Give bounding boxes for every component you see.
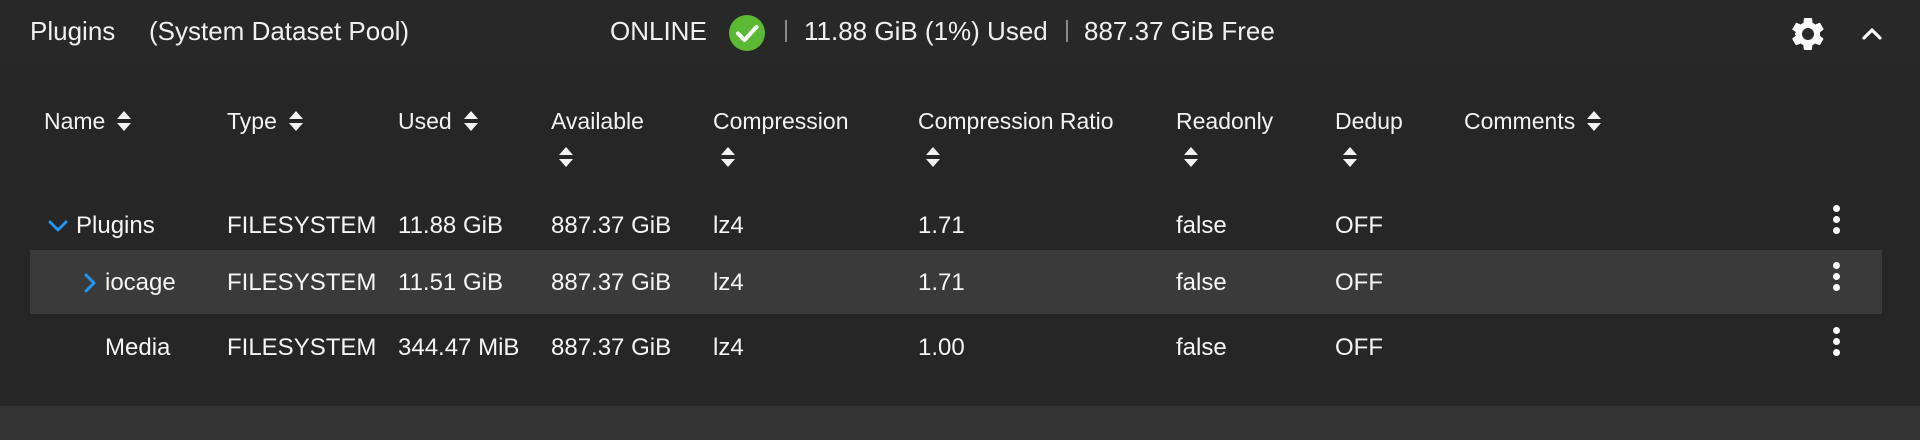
cell-compression: lz4 bbox=[713, 269, 744, 296]
header-separator bbox=[785, 20, 787, 42]
cell-compression: lz4 bbox=[713, 212, 744, 239]
cell-available: 887.37 GiB bbox=[551, 334, 672, 361]
cell-dedup: OFF bbox=[1335, 334, 1383, 361]
gear-icon[interactable] bbox=[1788, 14, 1828, 54]
page-background bbox=[0, 406, 1920, 440]
pool-status: ONLINE bbox=[610, 16, 707, 46]
sort-icon[interactable] bbox=[924, 144, 942, 170]
sort-icon[interactable] bbox=[1341, 144, 1359, 170]
column-label: Comments bbox=[1464, 108, 1576, 134]
column-header-compression[interactable]: Compression bbox=[713, 107, 849, 135]
more-vert-icon[interactable] bbox=[1830, 327, 1842, 363]
column-label: Name bbox=[44, 108, 106, 134]
column-label: Readonly bbox=[1176, 108, 1274, 134]
column-label: Used bbox=[398, 108, 452, 134]
column-label: Compression bbox=[713, 108, 849, 134]
cell-readonly: false bbox=[1176, 269, 1227, 296]
cell-readonly: false bbox=[1176, 212, 1227, 239]
cell-readonly: false bbox=[1176, 334, 1227, 361]
sort-icon bbox=[1587, 110, 1602, 131]
cell-used: 344.47 MiB bbox=[398, 334, 520, 361]
pool-name: Plugins bbox=[30, 16, 116, 46]
more-vert-icon[interactable] bbox=[1830, 262, 1842, 298]
pool-card: Plugins (System Dataset Pool) ONLINE 11.… bbox=[0, 0, 1920, 406]
table-row[interactable]: iocage FILESYSTEM 11.51 GiB 887.37 GiB l… bbox=[30, 250, 1882, 314]
column-label: Compression Ratio bbox=[918, 108, 1114, 134]
sort-icon[interactable] bbox=[1182, 144, 1200, 170]
sort-icon bbox=[117, 110, 132, 131]
cell-type: FILESYSTEM bbox=[227, 212, 377, 239]
cell-dedup: OFF bbox=[1335, 269, 1383, 296]
chevron-down-icon[interactable] bbox=[47, 215, 69, 237]
pool-used: 11.88 GiB (1%) Used bbox=[804, 16, 1048, 46]
cell-type: FILESYSTEM bbox=[227, 334, 377, 361]
column-header-dedup[interactable]: Dedup bbox=[1335, 107, 1403, 135]
chevron-up-icon[interactable] bbox=[1856, 18, 1888, 50]
column-header-used[interactable]: Used bbox=[398, 107, 480, 135]
table-row[interactable]: Media FILESYSTEM 344.47 MiB 887.37 GiB l… bbox=[30, 315, 1882, 379]
cell-used: 11.88 GiB bbox=[398, 212, 503, 239]
column-label: Dedup bbox=[1335, 108, 1403, 134]
cell-name: iocage bbox=[105, 269, 176, 296]
column-label: Type bbox=[227, 108, 277, 134]
cell-compression-ratio: 1.00 bbox=[918, 334, 965, 361]
cell-available: 887.37 GiB bbox=[551, 269, 672, 296]
table-row[interactable]: Plugins FILESYSTEM 11.88 GiB 887.37 GiB … bbox=[30, 193, 1882, 257]
cell-type: FILESYSTEM bbox=[227, 269, 377, 296]
cell-used: 11.51 GiB bbox=[398, 269, 503, 296]
column-header-compression-ratio[interactable]: Compression Ratio bbox=[918, 107, 1114, 135]
chevron-right-icon[interactable] bbox=[79, 272, 101, 294]
cell-dedup: OFF bbox=[1335, 212, 1383, 239]
column-header-comments[interactable]: Comments bbox=[1464, 107, 1603, 135]
cell-compression-ratio: 1.71 bbox=[918, 212, 965, 239]
header-separator bbox=[1066, 20, 1068, 42]
sort-icon[interactable] bbox=[557, 144, 575, 170]
cell-compression: lz4 bbox=[713, 334, 744, 361]
sort-icon bbox=[463, 110, 478, 131]
column-header-type[interactable]: Type bbox=[227, 107, 305, 135]
cell-name: Media bbox=[105, 334, 171, 361]
more-vert-icon[interactable] bbox=[1830, 205, 1842, 241]
pool-role: (System Dataset Pool) bbox=[149, 16, 410, 46]
cell-name: Plugins bbox=[76, 212, 155, 239]
cell-compression-ratio: 1.71 bbox=[918, 269, 965, 296]
cell-available: 887.37 GiB bbox=[551, 212, 672, 239]
sort-icon[interactable] bbox=[719, 144, 737, 170]
column-header-available[interactable]: Available bbox=[551, 107, 644, 135]
pool-header: Plugins (System Dataset Pool) ONLINE 11.… bbox=[0, 0, 1920, 64]
column-header-name[interactable]: Name bbox=[44, 107, 133, 135]
column-label: Available bbox=[551, 108, 644, 134]
column-header-readonly[interactable]: Readonly bbox=[1176, 107, 1273, 135]
check-circle-icon bbox=[729, 15, 765, 51]
sort-icon bbox=[288, 110, 303, 131]
pool-free: 887.37 GiB Free bbox=[1084, 16, 1275, 46]
